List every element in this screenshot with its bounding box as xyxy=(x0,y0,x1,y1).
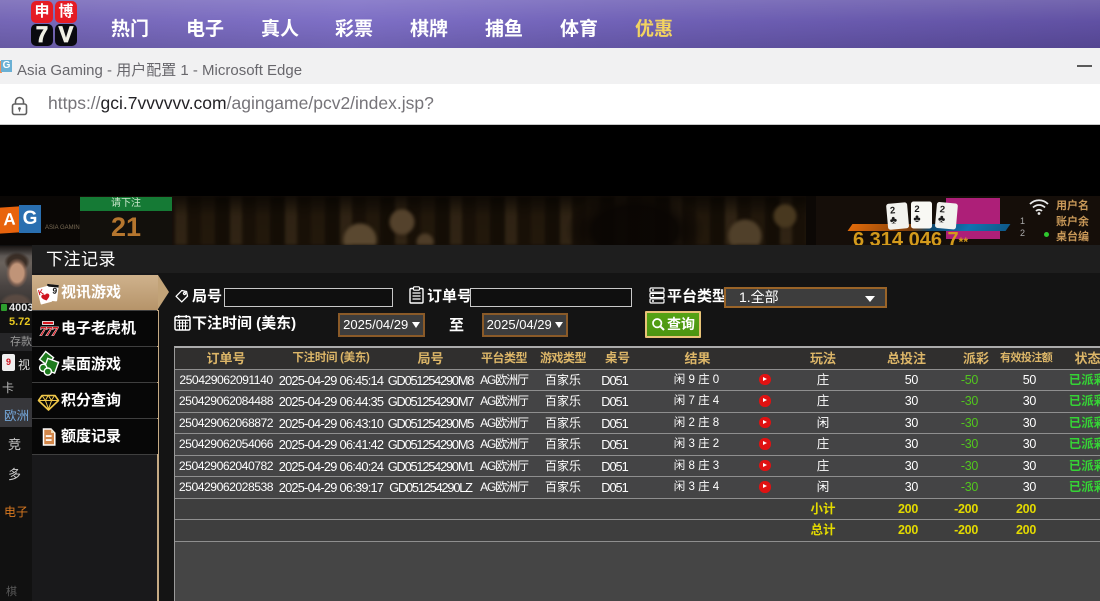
svg-text:777: 777 xyxy=(40,324,59,339)
svg-text:♣: ♣ xyxy=(937,213,945,226)
svg-text:♣: ♣ xyxy=(913,213,920,225)
svg-text:♣: ♣ xyxy=(889,214,897,227)
